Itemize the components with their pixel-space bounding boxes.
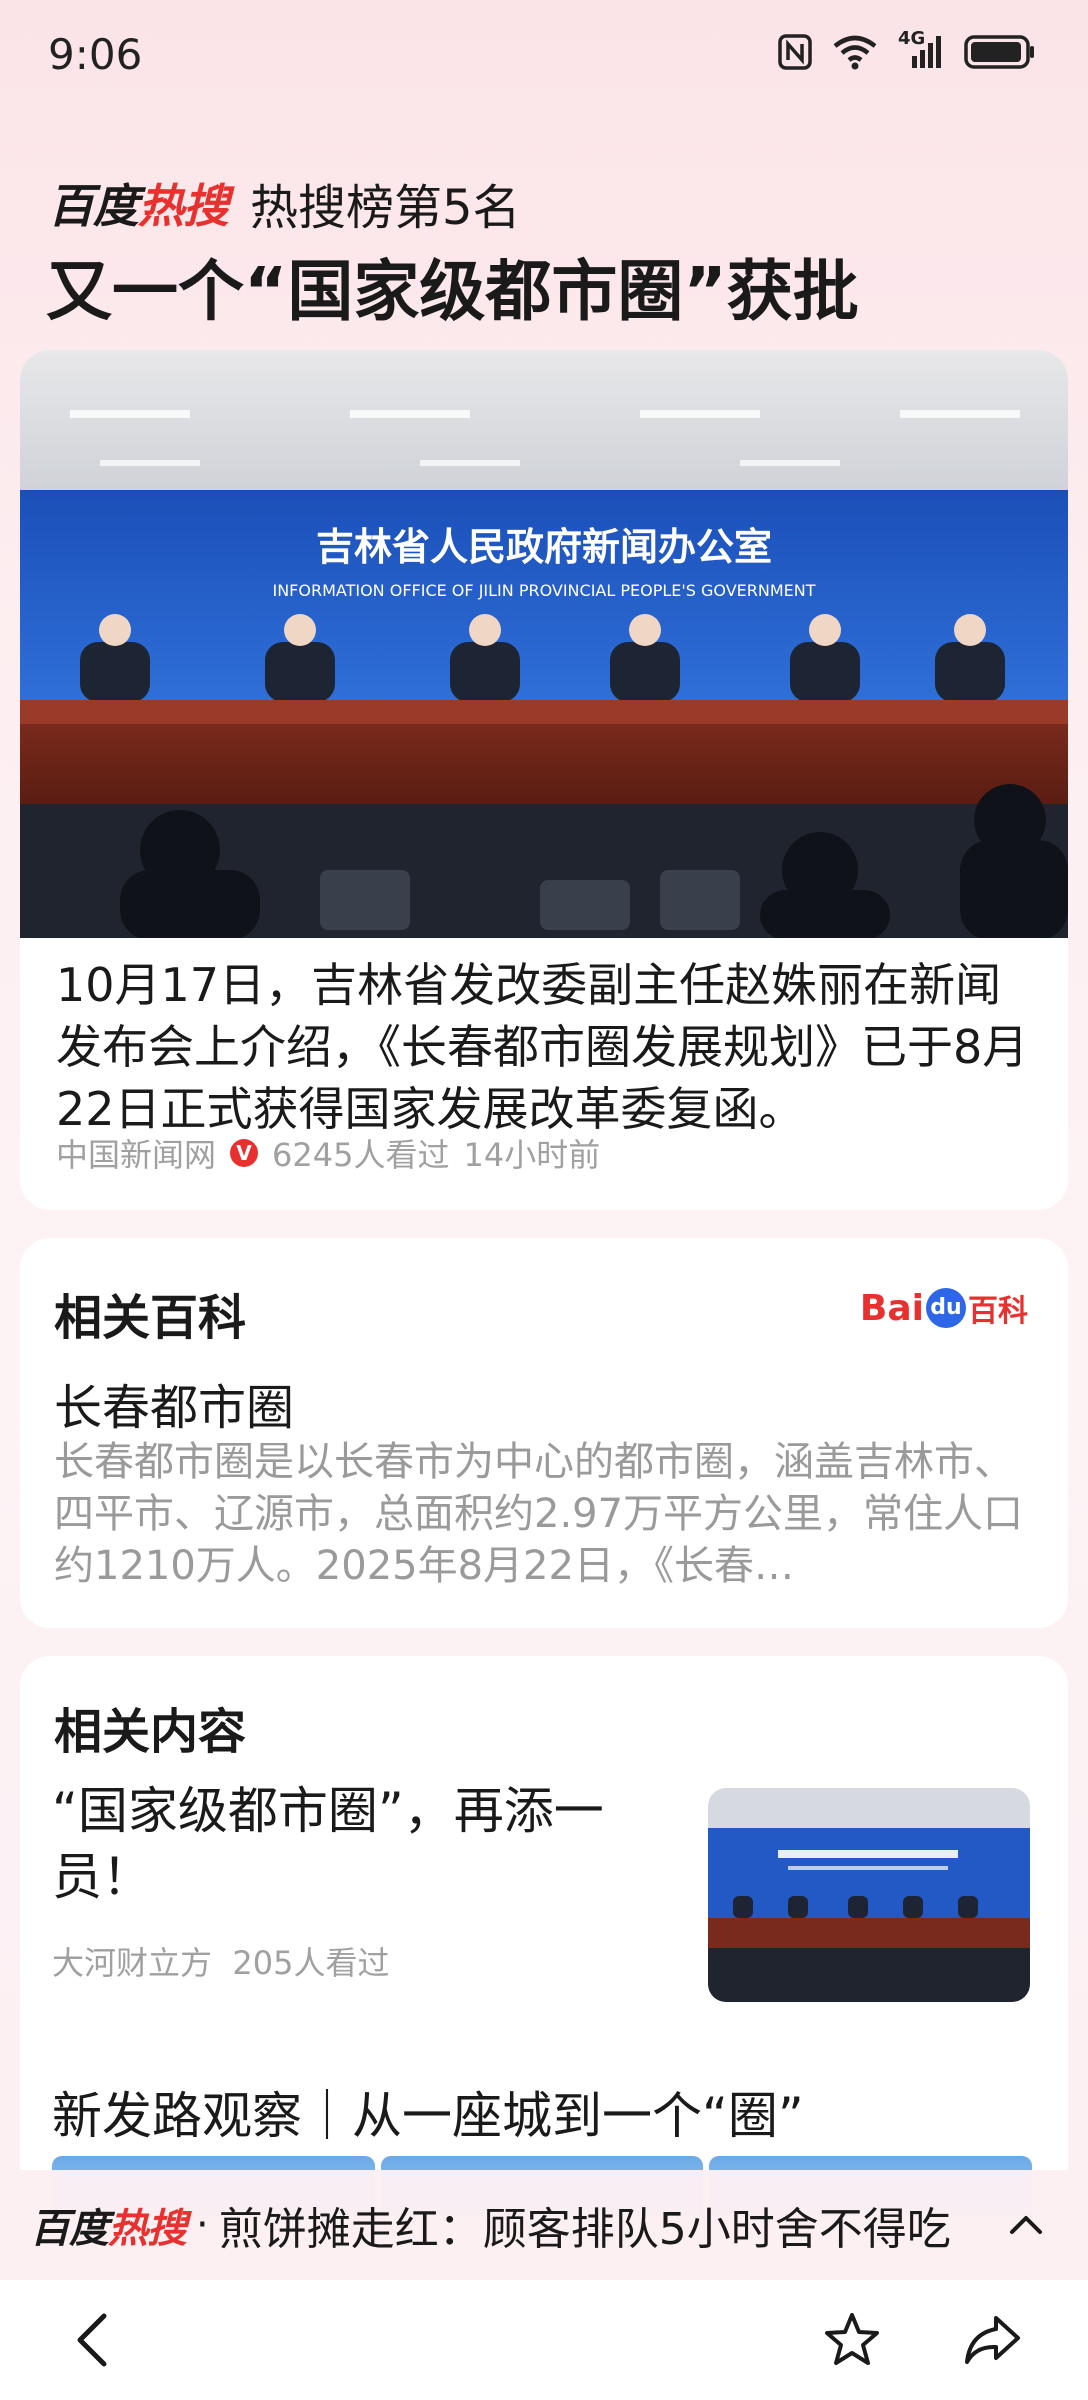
news-time: 14小时前 [463,1136,601,1174]
news-card[interactable]: 吉林省人民政府新闻办公室 INFORMATION OFFICE OF JILIN… [20,350,1068,1210]
hot-rank[interactable]: 热搜榜第5名 [250,168,521,238]
related-item-title[interactable]: “国家级都市圈”，再添一员！ [52,1778,692,1910]
signal-4g-icon: 4G [898,28,944,70]
baike-section-title: 相关百科 [54,1290,247,1346]
network-label: 4G [898,28,926,49]
bottom-nav [0,2280,1088,2400]
related-item-views: 205人看过 [232,1944,390,1982]
related-item-title[interactable]: 新发路观察｜从一座城到一个“圈” [52,2076,804,2148]
baike-term[interactable]: 长春都市圈 [54,1368,294,1438]
baidu-hot-logo: 百度热搜 [48,170,229,236]
wifi-icon [832,34,878,70]
news-views: 6245人看过 [272,1136,450,1174]
baike-description[interactable]: 长春都市圈是以长春市为中心的都市圈，涵盖吉林市、四平市、辽源市，总面积约2.97… [54,1436,1044,1592]
news-source[interactable]: 中国新闻网 [56,1130,216,1176]
status-bar: 9:06 4G [0,0,1088,110]
related-section-title: 相关内容 [54,1704,247,1760]
news-summary[interactable]: 10月17日，吉林省发改委副主任赵姝丽在新闻发布会上介绍，《长春都市圈发展规划》… [56,954,1036,1140]
ticker-separator: · [196,2202,209,2248]
related-item-meta: 大河财立方 205人看过 [52,1938,389,1984]
verified-icon: V [230,1139,259,1167]
ticker-headline[interactable]: 煎饼摊走红：顾客排队5小时舍不得吃 [219,2193,951,2257]
status-icons: 4G [778,28,1036,70]
paw-icon: du [926,1288,966,1328]
signboard-cn: 吉林省人民政府新闻办公室 [316,525,772,569]
baidu-baike-logo: Bai du 百科 [860,1286,1028,1330]
star-icon[interactable] [822,2310,882,2374]
chevron-up-icon[interactable] [1006,2204,1046,2248]
ticker-logo: 百度热搜 [30,2196,187,2254]
battery-icon [964,34,1036,70]
status-time: 9:06 [48,30,143,79]
news-photo[interactable]: 吉林省人民政府新闻办公室 INFORMATION OFFICE OF JILIN… [20,350,1068,940]
share-icon[interactable] [962,2310,1022,2374]
hot-search-header: 百度热搜 热搜榜第5名 [48,168,521,238]
logo-bai: Bai [859,1287,924,1329]
logo-baike: 百科 [968,1294,1028,1329]
related-item-thumbnail[interactable] [708,1788,1030,2002]
nfc-icon [778,34,812,70]
page-title: 又一个“国家级都市圈”获批 [46,253,859,330]
hot-search-ticker[interactable]: 百度热搜 · 煎饼摊走红：顾客排队5小时舍不得吃 [0,2170,1088,2280]
ticker-logo-hot: 热搜 [108,2206,187,2252]
signboard-en: INFORMATION OFFICE OF JILIN PROVINCIAL P… [272,581,815,600]
news-meta: 中国新闻网 V 6245人看过 14小时前 [56,1130,600,1176]
logo-text-hot: 热搜 [138,179,229,233]
baike-card[interactable]: 相关百科 Bai du 百科 长春都市圈 长春都市圈是以长春市为中心的都市圈，涵盖吉… [20,1238,1068,1628]
ticker-logo-baidu: 百度 [30,2206,109,2252]
logo-text-baidu: 百度 [48,179,139,233]
back-icon[interactable] [66,2310,122,2374]
related-item-source: 大河财立方 [52,1944,213,1982]
